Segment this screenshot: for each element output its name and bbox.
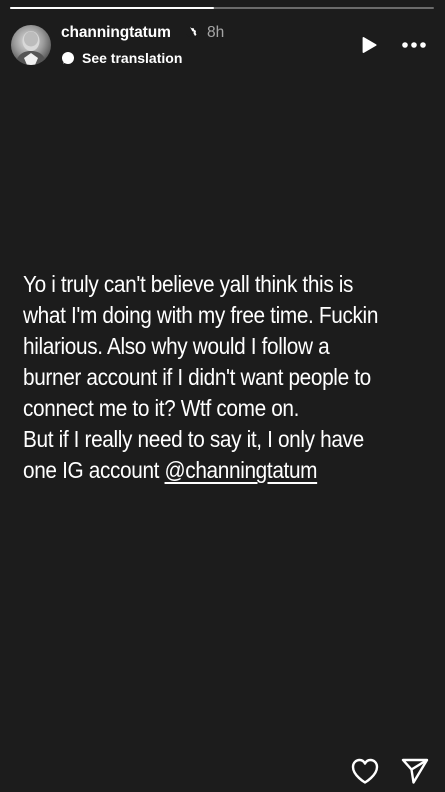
translate-icon [61,51,75,65]
caption-line: But if I really need to say it, I only h… [23,426,364,452]
caption-line: connect me to it? Wtf come on. [23,395,300,421]
caption-line: Yo i truly can't believe yall think this… [23,271,354,297]
play-icon[interactable] [359,35,379,55]
story-header: channingtatum 8h See translation [0,0,445,80]
story-caption: Yo i truly can't believe yall think this… [23,269,394,486]
mention-link[interactable]: @channingtatum [165,457,318,483]
caption-line: what I'm doing with my free time. Fuckin [23,302,379,328]
send-icon[interactable] [400,757,430,785]
verified-badge-icon [182,26,198,42]
more-options-icon[interactable] [400,35,430,55]
username[interactable]: channingtatum [61,24,171,42]
see-translation-label: See translation [82,50,183,66]
caption-line-last: one IG account @channingtatum [23,455,394,486]
caption-line: hilarious. Also why would I follow a [23,333,330,359]
heart-icon[interactable] [350,757,380,785]
caption-line: burner account if I didn't want people t… [23,364,371,390]
post-timestamp: 8h [207,24,225,41]
caption-line-text: one IG account [23,457,165,483]
see-translation-button[interactable]: See translation [61,49,182,67]
avatar[interactable] [11,25,51,65]
